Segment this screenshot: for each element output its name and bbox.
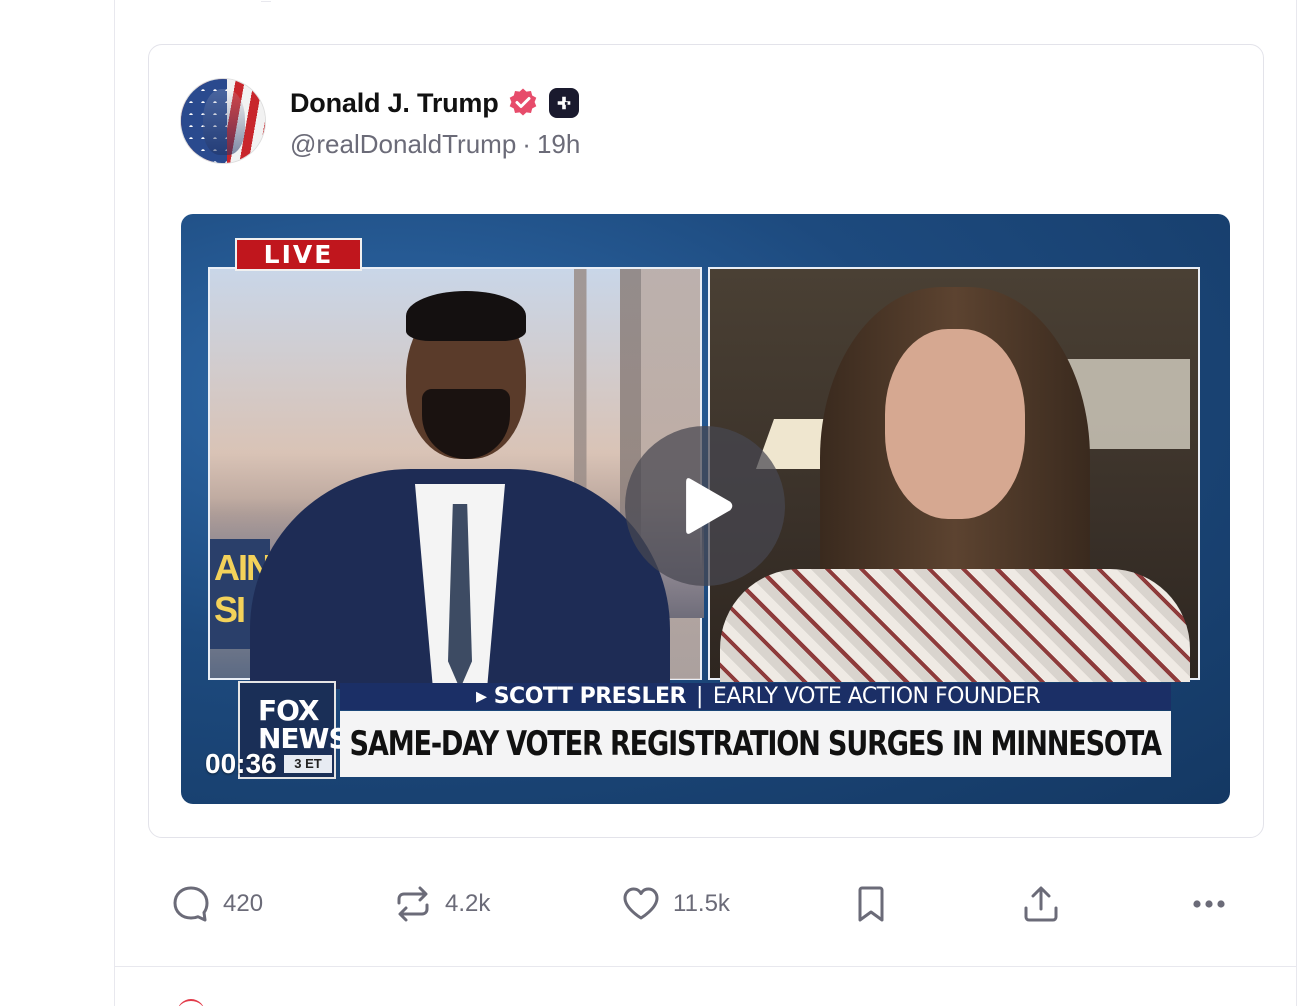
like-button[interactable]: 11.5k <box>621 880 730 928</box>
nameplate-divider: | <box>696 684 703 709</box>
avatar-portrait <box>203 89 245 155</box>
video-player[interactable]: AIN SI LIVE FOX NEWS 3 ET ▸ SCOTT PRESLE… <box>181 214 1230 804</box>
video-right-panel <box>708 267 1200 682</box>
play-icon <box>686 478 733 534</box>
nameplate-name: SCOTT PRESLER <box>493 684 687 709</box>
video-left-panel: AIN SI <box>208 267 704 689</box>
lower-third-headline: SAME-DAY VOTER REGISTRATION SURGES IN MI… <box>340 711 1171 777</box>
repost-icon <box>397 886 429 922</box>
author-name[interactable]: Donald J. Trump <box>290 88 499 119</box>
author-meta: @realDonaldTrump · 19h <box>290 129 580 160</box>
like-count: 11.5k <box>673 890 730 917</box>
top-divider <box>261 0 271 2</box>
repost-count: 4.2k <box>445 890 491 917</box>
plus-badge-icon <box>548 88 579 118</box>
nameplate-role: EARLY VOTE ACTION FOUNDER <box>712 684 1041 709</box>
share-icon <box>1024 886 1058 922</box>
bookmark-button[interactable] <box>851 880 891 928</box>
repost-button[interactable]: 4.2k <box>393 880 490 928</box>
reply-icon <box>173 886 209 922</box>
post-actions: 420 4.2k 11.5k <box>171 880 1231 928</box>
more-icon <box>1193 900 1225 908</box>
post-media-card[interactable]: Donald J. Trump @realDonaldTrump · 19h A… <box>148 44 1264 838</box>
feed-column: Donald J. Trump @realDonaldTrump · 19h A… <box>114 0 1297 1006</box>
post-divider <box>115 966 1296 967</box>
reply-button[interactable]: 420 <box>171 880 263 928</box>
author-handle[interactable]: @realDonaldTrump <box>290 129 516 160</box>
more-options-button[interactable] <box>1189 880 1229 928</box>
guest-shirt <box>720 569 1190 682</box>
headline-text: SAME-DAY VOTER REGISTRATION SURGES IN MI… <box>349 724 1162 764</box>
lower-third-nameplate: ▸ SCOTT PRESLER | EARLY VOTE ACTION FOUN… <box>340 683 1171 710</box>
live-badge: LIVE <box>235 238 362 271</box>
share-button[interactable] <box>1021 880 1061 928</box>
guest-face <box>885 329 1025 519</box>
nameplate-arrow: ▸ <box>476 684 494 709</box>
post-timestamp[interactable]: 19h <box>537 129 580 160</box>
reply-count: 420 <box>223 890 264 917</box>
verified-badge-icon <box>507 87 539 119</box>
play-button[interactable] <box>625 426 785 586</box>
video-duration: 00:36 <box>205 748 277 779</box>
anchor-hair <box>406 291 526 341</box>
author-block: Donald J. Trump @realDonaldTrump · 19h <box>290 85 580 160</box>
heart-icon <box>623 887 659 920</box>
bookmark-icon <box>858 886 884 922</box>
fox-news-logo-text: FOX NEWS <box>258 694 349 755</box>
author-name-row: Donald J. Trump <box>290 85 580 121</box>
next-post-avatar[interactable] <box>177 999 205 1006</box>
meta-separator: · <box>522 129 531 159</box>
fox-news-time: 3 ET <box>284 755 332 773</box>
author-avatar[interactable] <box>181 79 265 163</box>
